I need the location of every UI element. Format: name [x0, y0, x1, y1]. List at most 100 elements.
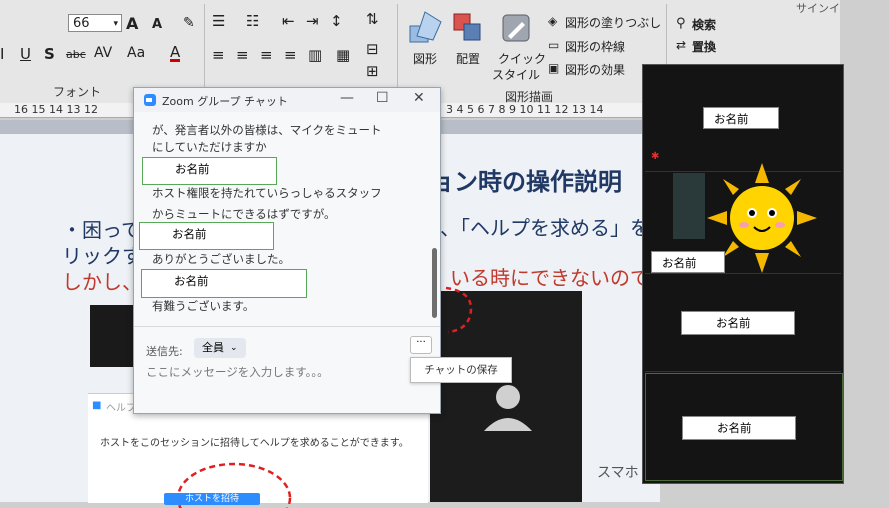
fill-icon[interactable]: ◈ [548, 14, 557, 28]
shadow-button[interactable]: S [44, 45, 55, 63]
sender-name: お名前 [139, 222, 274, 250]
sender-name: お名前 [141, 269, 307, 298]
close-icon[interactable]: ✕ [413, 90, 425, 106]
chat-message: からミュートにできるはずですが。 [152, 207, 336, 221]
minimize-button[interactable]: — [340, 90, 354, 106]
sender-name: お名前 [142, 157, 277, 185]
participant-tile[interactable]: お名前 [645, 275, 841, 372]
decrease-indent-icon[interactable]: ⇤ [282, 12, 295, 30]
message-input[interactable]: ここにメッセージを入力します。。。 [146, 364, 329, 380]
chat-titlebar: Zoom グループ チャット — ☐ ✕ [134, 88, 440, 112]
participant-name: お名前 [703, 107, 779, 129]
zoom-logo-icon: ■ [92, 400, 102, 411]
char-spacing-button[interactable]: AV [94, 45, 112, 61]
participant-video-bg [673, 173, 705, 239]
text-direction-icon[interactable]: ⇅ [366, 10, 379, 28]
outline-label[interactable]: 図形の枠線 [565, 38, 625, 55]
justify-icon[interactable]: ≡ [284, 46, 297, 64]
chat-message: にしていただけますか [152, 140, 267, 154]
sign-in-link[interactable]: サインイ [796, 0, 840, 16]
participant-name: お名前 [681, 311, 795, 335]
red-dashed-circle-icon [445, 286, 473, 334]
search-label[interactable]: 検索 [692, 16, 716, 33]
binoculars-icon[interactable]: ⚲ [676, 16, 686, 31]
change-case-button[interactable]: Aa [127, 45, 145, 61]
chat-message: ホスト権限を持たれていらっしゃるスタッフ [152, 186, 382, 200]
slide-line-3-left: しかし、 [62, 270, 142, 294]
slide-line-1-right: 、「ヘルプを求める」を [440, 216, 650, 240]
recipient-select[interactable]: 全員 ⌄ [194, 338, 246, 358]
arrange-icon [453, 13, 481, 41]
quick-style-button[interactable] [500, 12, 534, 49]
quick-style-label-2: スタイル [492, 68, 541, 82]
zoom-chat-window: Zoom グループ チャット — ☐ ✕ が、発言者以外の皆様は、マイクをミュー… [133, 87, 441, 414]
ribbon-divider [397, 4, 398, 99]
align-right-icon[interactable]: ≡ [260, 46, 273, 64]
shapes-label: 図形 [413, 52, 438, 66]
numbered-list-icon[interactable]: ☷ [246, 12, 259, 30]
participant-name: お名前 [682, 416, 796, 440]
chat-message: ありがとうございました。 [152, 252, 290, 266]
chevron-down-icon: ⌄ [230, 343, 238, 353]
underline-button[interactable]: U [20, 45, 31, 63]
align-left-icon[interactable]: ≡ [212, 46, 225, 64]
chat-message: が、発言者以外の皆様は、マイクをミュート [152, 123, 382, 137]
zoom-gallery-panel: お名前 ✱ お名前 お名前 お名前 [642, 64, 844, 484]
clear-format-icon[interactable]: ✎ [183, 15, 195, 31]
participant-tile[interactable]: お名前 ✱ [645, 67, 841, 172]
distribute-icon[interactable]: ▥ [308, 46, 322, 64]
grow-font-button[interactable]: A [126, 14, 138, 33]
strikethrough-button[interactable]: abc [66, 48, 86, 61]
invite-host-button[interactable]: ホストを招待 [164, 493, 260, 505]
align-center-icon[interactable]: ≡ [236, 46, 249, 64]
ruler-left-ticks: 16 15 14 13 12 [14, 103, 98, 116]
italic-button[interactable]: I [0, 45, 4, 63]
save-chat-button[interactable]: チャットの保存 [410, 357, 512, 383]
replace-icon[interactable]: ⇄ [676, 38, 686, 52]
quick-style-icon [502, 14, 530, 42]
chat-message: 有難うございます。 [152, 299, 255, 313]
increase-indent-icon[interactable]: ⇥ [306, 12, 319, 30]
slide-line-3-right: いる時にできないので注 [450, 266, 670, 290]
font-size-value: 66 [73, 16, 90, 31]
outline-icon[interactable]: ▭ [548, 38, 559, 52]
slide-line-2-left: リックす [62, 244, 142, 268]
maximize-button[interactable]: ☐ [376, 90, 389, 106]
chevron-down-icon: ▾ [113, 19, 118, 29]
slide-line-1-left: ・困って [62, 218, 141, 242]
smartphone-label: スマホ [597, 465, 639, 481]
participant-tile[interactable]: お名前 [645, 163, 841, 274]
help-text: ホストをこのセッションに招待してヘルプを求めることができます。 [100, 438, 409, 449]
line-spacing-icon[interactable]: ↕ [330, 12, 343, 30]
more-options-button[interactable]: ··· [410, 336, 432, 354]
chat-scrollbar[interactable] [432, 248, 437, 318]
replace-label[interactable]: 置換 [692, 38, 716, 55]
recipient-label: 送信先: [146, 345, 183, 358]
mic-muted-icon: ✱ [651, 151, 660, 162]
fill-label[interactable]: 図形の塗りつぶし [565, 14, 661, 31]
recipient-value: 全員 [202, 341, 224, 354]
arrange-button[interactable] [452, 12, 484, 47]
effect-label[interactable]: 図形の効果 [565, 61, 625, 78]
shapes-icon [409, 11, 442, 43]
bullet-list-icon[interactable]: ☰ [212, 12, 225, 30]
font-group-label: フォント [53, 85, 102, 99]
slide-title: ョン時の操作説明 [430, 168, 622, 196]
font-color-button[interactable]: A [170, 45, 181, 62]
shapes-gallery-button[interactable] [407, 10, 443, 49]
chat-title: Zoom グループ チャット [162, 95, 288, 108]
help-panel-title: ヘルプ [106, 403, 136, 414]
shrink-font-button[interactable]: A [152, 17, 162, 32]
participant-name: お名前 [651, 251, 725, 273]
smartart-icon[interactable]: ⊞ [366, 62, 379, 80]
font-size-combo[interactable]: 66 ▾ [68, 14, 122, 32]
zoom-logo-icon [144, 94, 156, 106]
ribbon-divider [204, 4, 205, 99]
quick-style-label: クイック [498, 52, 547, 66]
effect-icon[interactable]: ▣ [548, 61, 559, 75]
participant-tile[interactable]: お名前 [645, 373, 843, 481]
chat-footer: 送信先: 全員 ⌄ ··· ここにメッセージを入力します。。。 [134, 326, 440, 414]
align-text-icon[interactable]: ⊟ [366, 40, 379, 58]
arrange-label: 配置 [456, 52, 481, 66]
columns-icon[interactable]: ▦ [336, 46, 350, 64]
